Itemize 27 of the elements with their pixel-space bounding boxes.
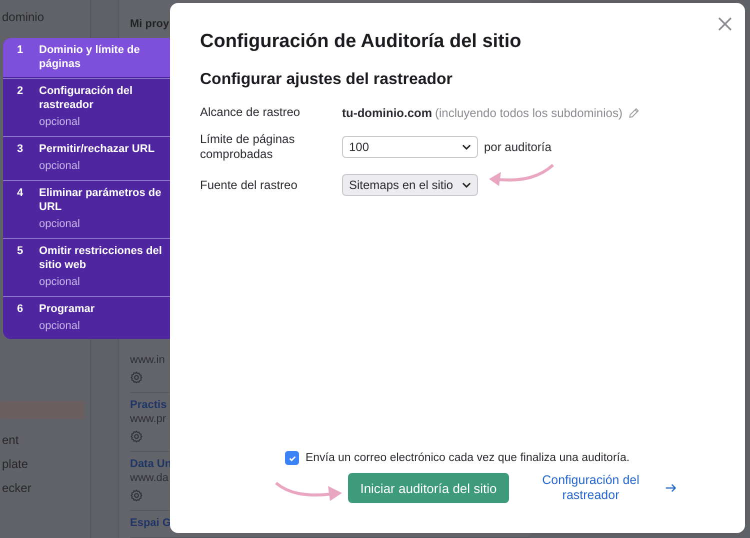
close-icon[interactable] [718, 17, 732, 31]
pointer-arrow [274, 479, 344, 503]
dialog-title: Configuración de Auditoría del sitio [200, 31, 522, 53]
wizard-step[interactable]: 1 Dominio y límite de páginas [3, 38, 173, 77]
field-suffix: por auditoría [484, 140, 552, 154]
checkbox[interactable] [285, 451, 300, 465]
arrow-right-icon[interactable] [664, 483, 677, 493]
checkbox-label: Envía un correo electrónico cada vez que finaliza una auditoría. [305, 452, 630, 464]
pointer-arrow [487, 163, 557, 189]
checkmark-icon [288, 454, 297, 462]
chevron-down-icon [462, 182, 471, 188]
dropdown-field[interactable]: Sitemaps en el sitio [342, 174, 478, 196]
scope-note: (incluyendo todos los subdominios) [435, 106, 622, 120]
crawler-settings-link[interactable]: Configuración del rastreador [530, 473, 651, 503]
field-label: Fuente del rastreo [200, 178, 298, 192]
gear-icon[interactable] [130, 430, 143, 443]
start-audit-button[interactable]: Iniciar auditoría del sitio [348, 473, 509, 503]
chevron-down-icon [462, 144, 471, 150]
pencil-icon[interactable] [628, 106, 640, 118]
projects-heading: Mi proy [130, 18, 170, 30]
field-label: Límite de páginas comprobadas [200, 132, 296, 162]
gear-icon[interactable] [130, 371, 143, 384]
gear-icon[interactable] [130, 489, 143, 502]
dropdown-field[interactable]: 100 [342, 136, 478, 158]
field-label: Alcance de rastreo [200, 105, 302, 120]
domain-text: tu-dominio.com [342, 106, 432, 120]
section-heading: Configurar ajustes del rastreador [200, 71, 454, 89]
